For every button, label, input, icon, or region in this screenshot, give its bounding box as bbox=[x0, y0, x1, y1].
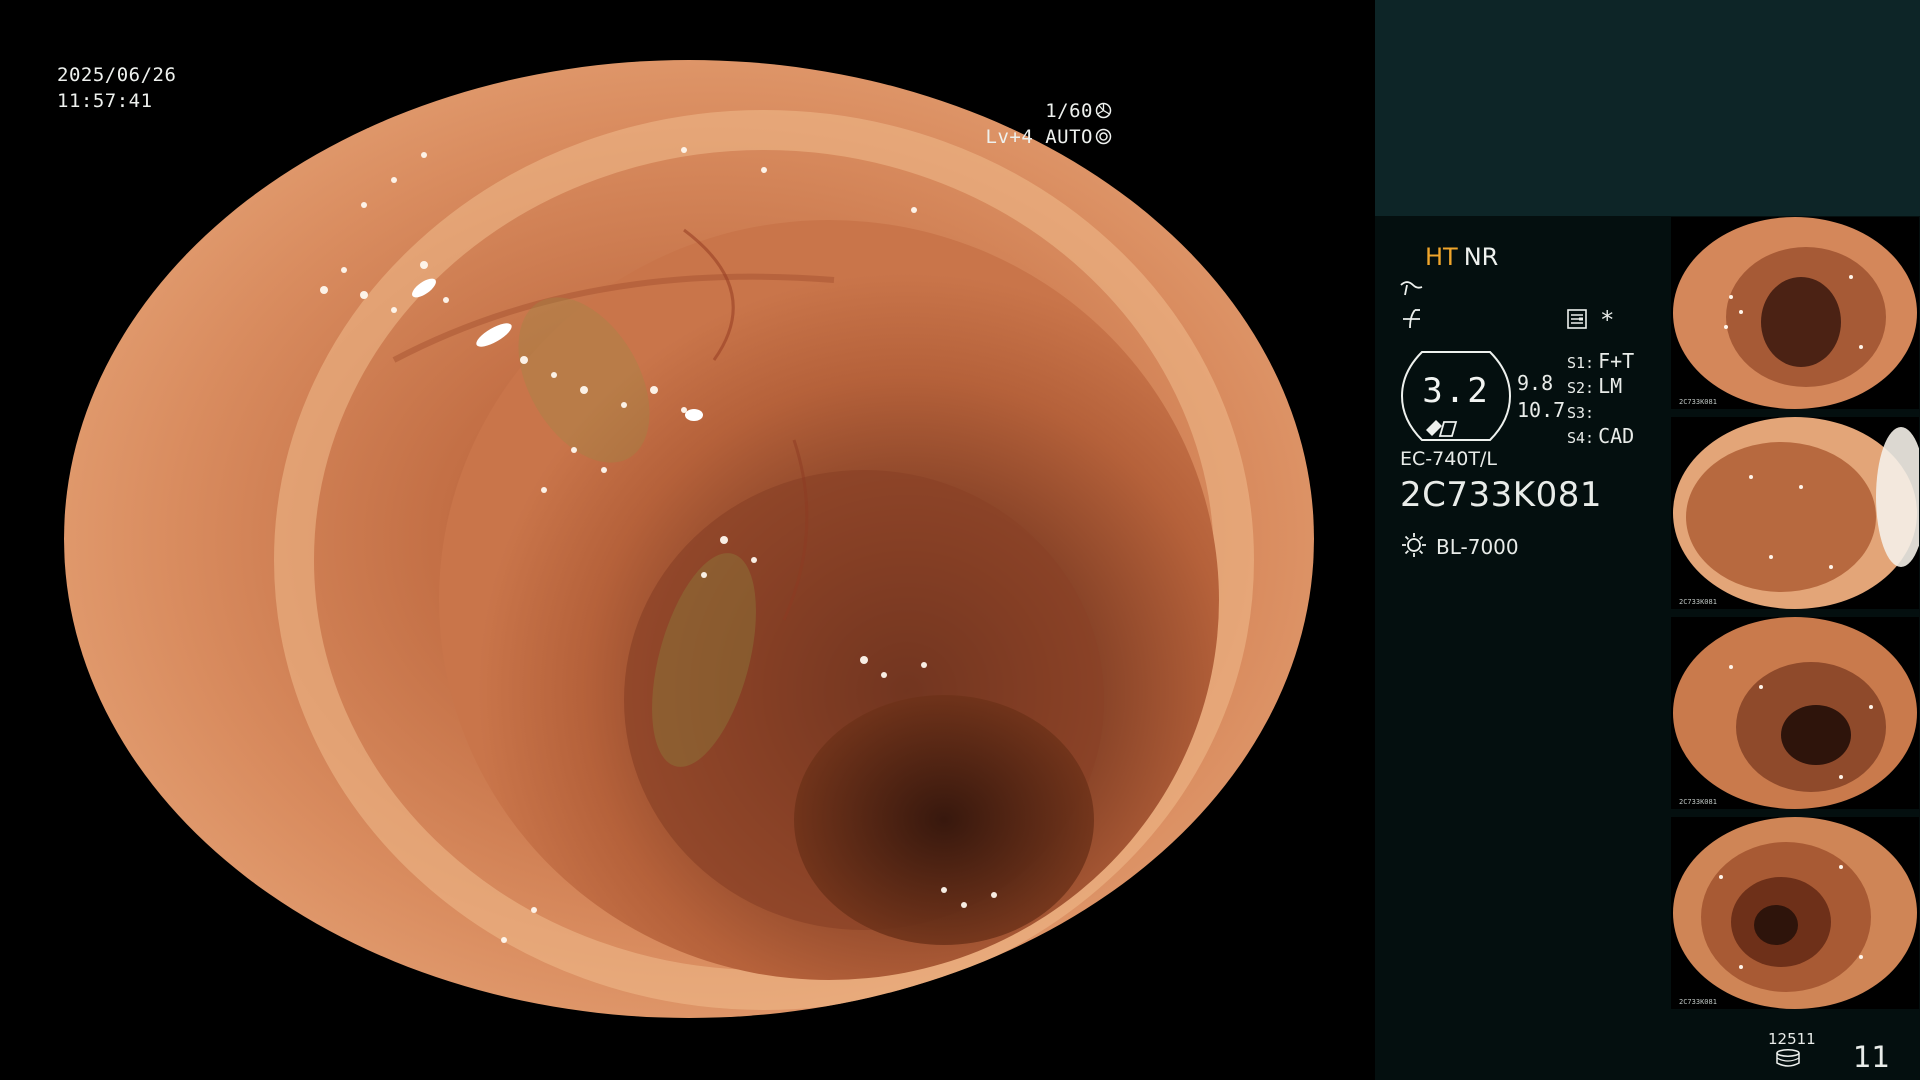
thumbnail-caption: 2C733K081 bbox=[1679, 798, 1717, 806]
thumbnail-4[interactable]: 2C733K081 bbox=[1671, 817, 1919, 1009]
shutter-row: 1/60 bbox=[986, 98, 1112, 124]
aperture-icon bbox=[1095, 100, 1112, 119]
thumbnail-caption: 2C733K081 bbox=[1679, 598, 1717, 606]
exposure-readout: 1/60 Lv+4 AUTO bbox=[986, 98, 1112, 150]
image-count-label: 11 bbox=[1853, 1040, 1890, 1074]
switch-value: LM bbox=[1598, 374, 1623, 398]
thumbnail-caption: 2C733K081 bbox=[1679, 998, 1717, 1006]
contrast-curve-icon bbox=[1400, 278, 1424, 302]
switch-value: CAD bbox=[1598, 424, 1635, 448]
switch-s3: S3: bbox=[1567, 399, 1598, 423]
light-source-row: BL-7000 bbox=[1400, 531, 1519, 559]
thumbnail-3[interactable]: 2C733K081 bbox=[1671, 617, 1919, 809]
endoscope-live-view bbox=[64, 60, 1314, 1018]
scope-model-label: EC-740T/L bbox=[1400, 448, 1497, 470]
zoom-value: 3.2 bbox=[1422, 371, 1490, 411]
colon-lumen-image bbox=[64, 60, 1314, 1018]
mode-nr-label: NR bbox=[1463, 243, 1499, 271]
scope-serial-label: 2C733K081 bbox=[1400, 475, 1602, 515]
asterisk-indicator: * bbox=[1600, 306, 1615, 334]
zoom-aux-value-b: 10.7 bbox=[1517, 398, 1566, 422]
switch-value: F+T bbox=[1598, 349, 1635, 373]
switch-s1: S1: F+T bbox=[1567, 349, 1634, 373]
switch-s4: S4: CAD bbox=[1567, 424, 1634, 448]
switch-key: S4: bbox=[1567, 429, 1595, 447]
storage-count-label: 12511 bbox=[1768, 1030, 1816, 1048]
switch-key: S1: bbox=[1567, 354, 1595, 372]
lamp-icon bbox=[1400, 533, 1436, 559]
iris-label: Lv+4 AUTO bbox=[985, 126, 1093, 148]
thumbnail-2[interactable]: 2C733K081 bbox=[1671, 417, 1919, 609]
iris-row: Lv+4 AUTO bbox=[986, 124, 1112, 150]
time-label: 11:57:41 bbox=[57, 90, 153, 112]
iris-auto-icon bbox=[1095, 126, 1112, 145]
switch-key: S2: bbox=[1567, 379, 1595, 397]
shutter-label: 1/60 bbox=[1045, 100, 1093, 122]
gamma-icon bbox=[1400, 308, 1424, 334]
datetime-readout: 2025/06/26 11:57:41 bbox=[57, 62, 176, 114]
zoom-aux-value-a: 9.8 bbox=[1517, 371, 1554, 395]
switch-key: S3: bbox=[1567, 404, 1595, 422]
date-label: 2025/06/26 bbox=[57, 64, 177, 86]
thumbnail-1[interactable]: 2C733K081 bbox=[1671, 217, 1919, 409]
thumbnail-caption: 2C733K081 bbox=[1679, 398, 1717, 406]
database-icon bbox=[1775, 1049, 1801, 1071]
mode-indicators: HT NR bbox=[1425, 243, 1498, 271]
switch-s2: S2: LM bbox=[1567, 374, 1622, 398]
panel-header-area bbox=[1375, 0, 1920, 216]
notepad-icon bbox=[1566, 308, 1588, 334]
mode-ht-label: HT bbox=[1425, 243, 1458, 271]
light-source-label: BL-7000 bbox=[1436, 535, 1519, 559]
